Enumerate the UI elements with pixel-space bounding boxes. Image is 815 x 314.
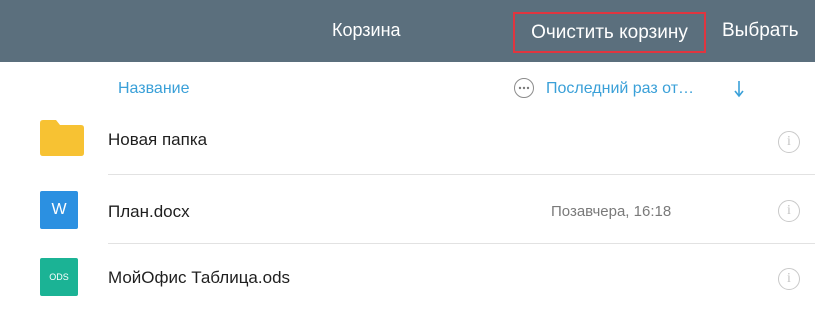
sort-by-name-button[interactable]: Название (118, 80, 190, 98)
more-options-icon[interactable] (514, 78, 534, 98)
word-doc-icon: W (40, 191, 78, 229)
file-name: Новая папка (108, 130, 208, 149)
file-row-new-folder[interactable]: Новая папка i (0, 106, 815, 174)
file-row-spreadsheet-ods[interactable]: ODS МойОфис Таблица.ods i (0, 246, 815, 314)
file-row-plan-docx[interactable]: W План.docx Позавчера, 16:18 i (0, 176, 815, 244)
page-title: Корзина (332, 20, 401, 40)
row-divider (108, 174, 815, 175)
ods-spreadsheet-icon: ODS (40, 258, 78, 296)
file-name: План.docx (108, 202, 190, 221)
info-icon[interactable]: i (778, 131, 800, 153)
file-name: МойОфис Таблица.ods (108, 268, 291, 287)
sort-by-date-button[interactable]: Последний раз от… (546, 80, 694, 98)
row-divider (108, 243, 815, 244)
select-button[interactable]: Выбрать (722, 20, 799, 42)
info-icon[interactable]: i (778, 268, 800, 290)
info-icon[interactable]: i (778, 200, 800, 222)
folder-icon (40, 120, 84, 156)
file-modified-date: Позавчера, 16:18 (551, 203, 672, 220)
top-bar: Корзина Очистить корзину Выбрать (0, 0, 815, 62)
clear-trash-button[interactable]: Очистить корзину (513, 12, 706, 53)
sort-descending-arrow-icon[interactable] (733, 80, 745, 98)
